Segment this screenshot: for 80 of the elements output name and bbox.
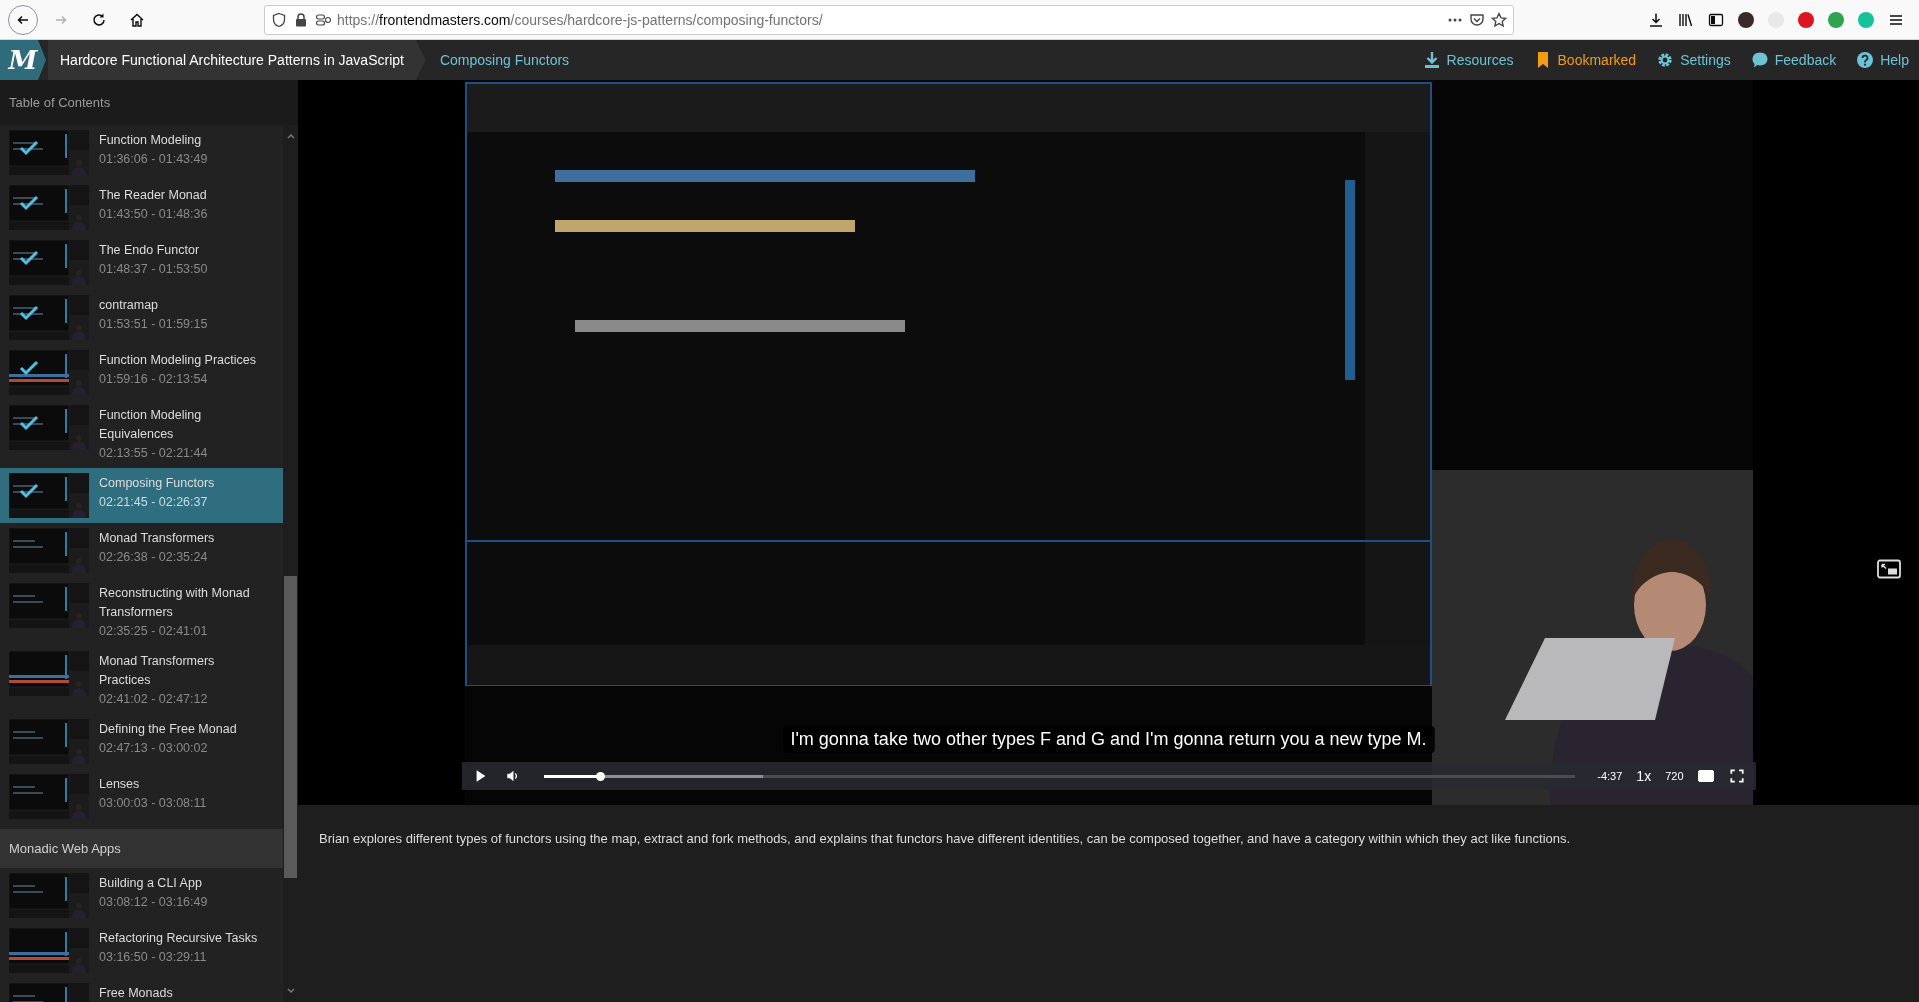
lesson-time: 02:13:55 - 02:21:44 (99, 445, 209, 462)
download-icon (1422, 51, 1441, 69)
speed-button[interactable]: 1x (1636, 768, 1652, 784)
lesson-item[interactable]: Function Modeling Practices 01:59:16 - 02:13:54 (0, 345, 283, 400)
lesson-title: Defining the Free Monad (99, 721, 238, 738)
lesson-title: Monad Transformers (99, 530, 216, 547)
extension-icon[interactable] (1738, 11, 1754, 28)
lesson-title: Composing Functors (99, 475, 216, 492)
lesson-item[interactable]: Monad Transformers Practices 02:41:02 - 02:47:12 (0, 646, 283, 714)
feedback-link[interactable]: Feedback (1750, 51, 1837, 69)
settings-link[interactable]: Settings (1656, 51, 1731, 69)
lock-icon[interactable] (293, 11, 309, 28)
address-field[interactable]: https://frontendmasters.com/courses/hardcore-js-patterns/composing-functors/ (264, 4, 1514, 35)
scroll-up-icon[interactable] (285, 131, 296, 141)
lesson-title: Lenses (99, 776, 141, 793)
pocket-icon[interactable] (1469, 11, 1485, 28)
lesson-time: 03:16:50 - 03:29:11 (99, 949, 208, 966)
seek-handle[interactable] (596, 771, 606, 781)
lesson-description: Brian explores different types of functors using the map, extract and fork methods, and explains that functors have different identities, can be composed together, and have a category within which they act like functions. (298, 805, 1919, 1002)
lesson-item[interactable]: Free Monads (0, 978, 283, 1002)
shield-icon[interactable] (271, 11, 287, 28)
lesson-time: 02:35:25 - 02:41:01 (99, 623, 209, 640)
lesson-item[interactable]: Function Modeling Equivalences 02:13:55 - 02:21:44 (0, 400, 283, 468)
scrollbar[interactable] (283, 125, 298, 1002)
subtitle: I'm gonna take two other types F and G and I'm gonna return you a new type M. (782, 726, 1435, 753)
lesson-title: Function Modeling Practices (99, 352, 258, 369)
chat-bubble-icon (1750, 51, 1769, 69)
scroll-down-icon[interactable] (285, 986, 296, 996)
section-heading[interactable]: Monadic Web Apps (0, 829, 283, 868)
lesson-item[interactable]: The Endo Functor 01:48:37 - 01:53:50 (0, 235, 283, 290)
lesson-time: 01:59:16 - 02:13:54 (99, 371, 209, 388)
lesson-item[interactable]: Monad Transformers 02:26:38 - 02:35:24 (0, 523, 283, 578)
lesson-title: Monad Transformers Practices (99, 653, 216, 689)
lesson-time: 01:43:50 - 01:48:36 (99, 206, 209, 223)
sidebar-heading: Table of Contents (0, 80, 298, 125)
logo[interactable]: M (0, 40, 46, 80)
lesson-title: Reconstructing with Monad Transformers (99, 585, 251, 621)
lesson-item[interactable]: Defining the Free Monad 02:47:13 - 03:00:02 (0, 714, 283, 769)
lesson-item[interactable]: Composing Functors 02:21:45 - 02:26:37 (0, 468, 283, 523)
bookmark-link[interactable]: Bookmarked (1533, 51, 1637, 69)
course-title[interactable]: Hardcore Functional Architecture Patterns in JavaScript (48, 40, 426, 80)
lesson-time: 02:26:38 - 02:35:24 (99, 549, 209, 566)
lesson-link[interactable]: Composing Functors (439, 52, 570, 68)
lesson-item[interactable]: contramap 01:53:51 - 01:59:15 (0, 290, 283, 345)
quality-button[interactable]: 720 (1665, 770, 1684, 782)
lesson-item[interactable]: Lenses 03:00:03 - 03:08:11 (0, 769, 283, 824)
scrollbar-thumb[interactable] (284, 576, 297, 878)
lesson-time: 01:36:06 - 01:43:49 (99, 151, 209, 168)
lesson-time: 02:41:02 - 02:47:12 (99, 691, 209, 708)
help-icon (1856, 51, 1875, 69)
lesson-item[interactable]: Refactoring Recursive Tasks 03:16:50 - 03:29:11 (0, 923, 283, 978)
lesson-title: Building a CLI App (99, 875, 203, 892)
lesson-time: 02:47:13 - 03:00:02 (99, 740, 209, 757)
lesson-title: Function Modeling (99, 132, 203, 149)
lesson-time: 01:53:51 - 01:59:15 (99, 316, 209, 333)
captions-button[interactable] (1697, 770, 1714, 782)
lesson-title: The Endo Functor (99, 242, 201, 259)
seek-bar[interactable] (543, 774, 1576, 778)
lesson-time: 03:08:12 - 03:16:49 (99, 894, 209, 911)
star-icon[interactable] (1491, 11, 1507, 28)
lesson-title: Free Monads (99, 985, 174, 1002)
lesson-time: 03:00:03 - 03:08:11 (99, 795, 208, 812)
fullscreen-icon[interactable] (1727, 767, 1746, 785)
lesson-title: Function Modeling Equivalences (99, 407, 203, 443)
url-text: https://frontendmasters.com/courses/hardcore-js-patterns/composing-functors/ (337, 11, 824, 28)
lesson-item[interactable]: Building a CLI App 03:08:12 - 03:16:49 (0, 868, 283, 923)
lesson-time: 01:48:37 - 01:53:50 (99, 261, 209, 278)
resources-link[interactable]: Resources (1422, 51, 1514, 69)
permissions-icon[interactable] (315, 11, 331, 28)
settings-icon (1656, 51, 1675, 69)
lesson-title: The Reader Monad (99, 187, 208, 204)
picture-in-picture-icon[interactable] (1877, 558, 1901, 580)
help-link[interactable]: Help (1856, 51, 1909, 69)
lesson-time: 02:21:45 - 02:26:37 (99, 494, 209, 511)
time-remaining: -4:37 (1597, 770, 1623, 782)
lesson-item[interactable]: The Reader Monad 01:43:50 - 01:48:36 (0, 180, 283, 235)
lesson-item[interactable]: Function Modeling 01:36:06 - 01:43:49 (0, 125, 283, 180)
lesson-item[interactable]: Reconstructing with Monad Transformers 02:35:25 - 02:41:01 (0, 578, 283, 646)
lesson-title: Refactoring Recursive Tasks (99, 930, 259, 947)
lesson-title: contramap (99, 297, 160, 314)
